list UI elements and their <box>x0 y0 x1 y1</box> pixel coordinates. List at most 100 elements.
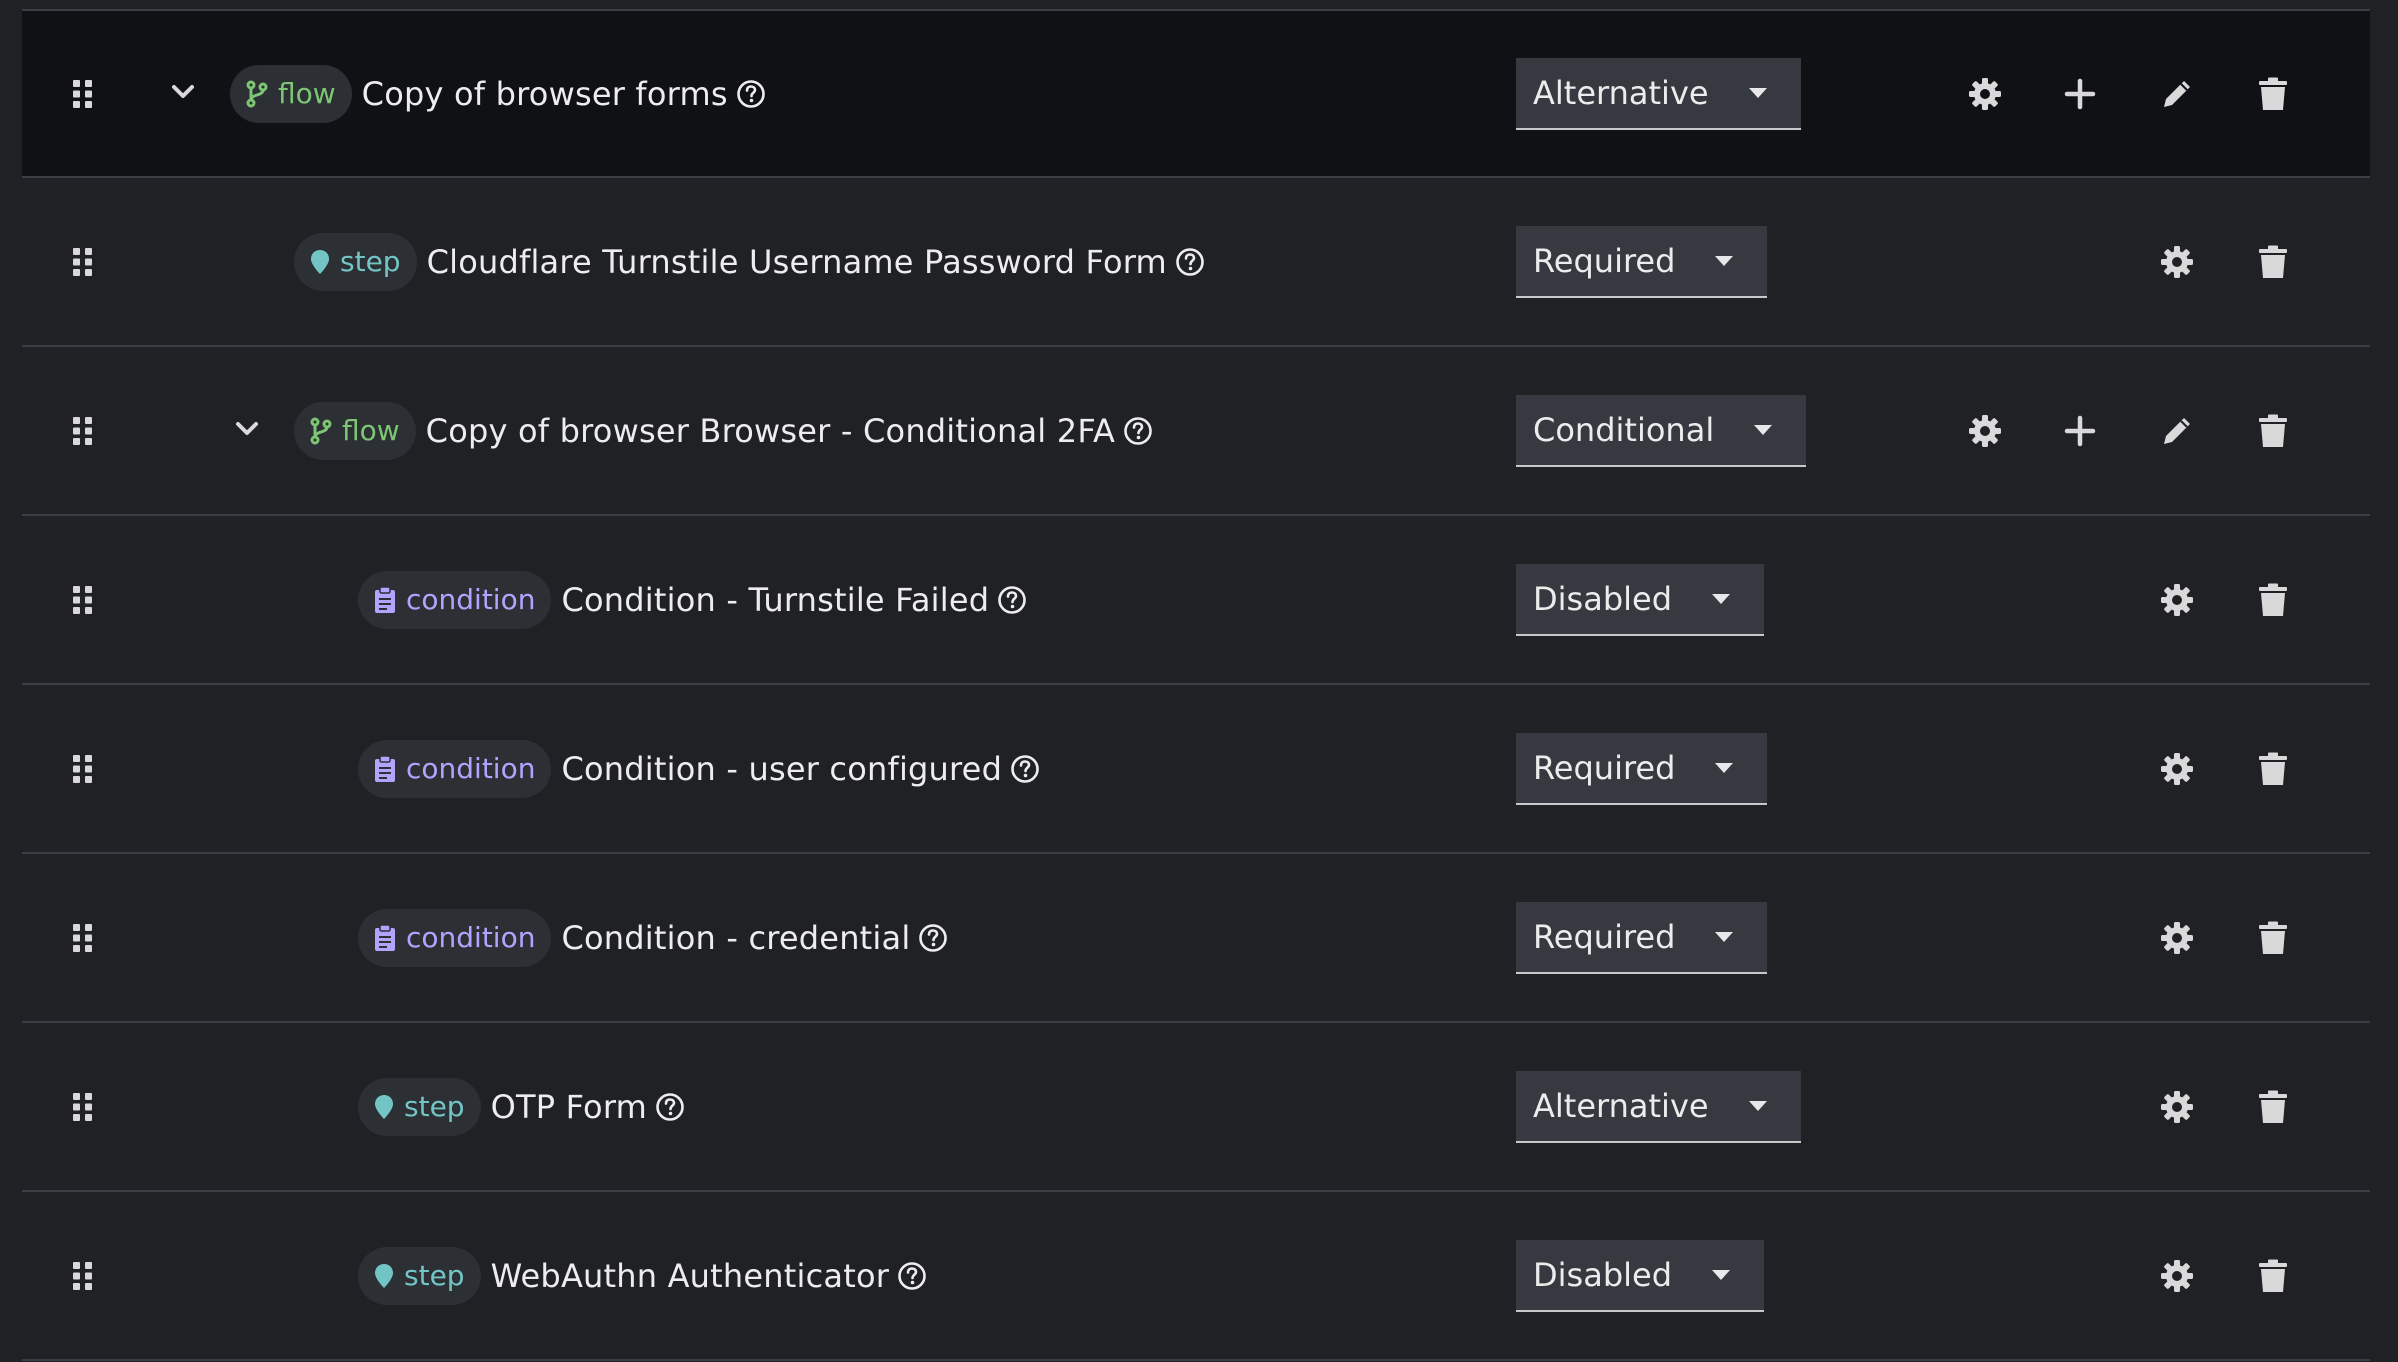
requirement-value: Required <box>1533 748 1676 787</box>
chevron-down-icon[interactable] <box>170 82 196 102</box>
gear-icon[interactable] <box>2157 1256 2197 1296</box>
caret-down-icon <box>1748 87 1767 98</box>
gear-icon[interactable] <box>1965 74 2005 114</box>
trash-icon[interactable] <box>2253 1087 2293 1127</box>
badge-label: flow <box>342 414 400 447</box>
execution-title: Condition - credential <box>561 918 911 957</box>
clipboard-icon <box>375 754 395 782</box>
drag-handle-icon[interactable] <box>72 754 94 784</box>
trash-icon[interactable] <box>2253 74 2293 114</box>
help-icon[interactable] <box>1123 416 1153 446</box>
caret-down-icon <box>1748 1100 1767 1111</box>
condition-badge: condition <box>358 570 552 629</box>
step-badge: step <box>358 1246 481 1305</box>
caret-down-icon <box>1715 255 1734 266</box>
requirement-select[interactable]: Alternative <box>1516 57 1801 130</box>
table-row: flow Copy of browser forms Alternative <box>22 9 2370 178</box>
map-pin-icon <box>311 249 329 274</box>
badge-label: condition <box>406 752 536 785</box>
help-icon[interactable] <box>655 1092 685 1122</box>
caret-down-icon <box>1715 931 1734 942</box>
execution-name-cell: condition Condition - Turnstile Failed <box>358 570 1027 629</box>
execution-title: Copy of browser forms <box>361 74 728 113</box>
trash-icon[interactable] <box>2253 242 2293 282</box>
table-row: step OTP Form Alternative <box>22 1023 2370 1192</box>
gear-icon[interactable] <box>2157 580 2197 620</box>
gear-icon[interactable] <box>2157 1087 2197 1127</box>
execution-name-cell: flow Copy of browser Browser - Condition… <box>294 401 1153 460</box>
execution-title: Copy of browser Browser - Conditional 2F… <box>425 411 1116 450</box>
requirement-select[interactable]: Required <box>1516 901 1768 974</box>
requirement-select[interactable]: Conditional <box>1516 394 1807 467</box>
execution-title: Condition - Turnstile Failed <box>561 580 990 619</box>
pencil-icon[interactable] <box>2157 411 2197 451</box>
plus-icon[interactable] <box>2060 411 2100 451</box>
help-icon[interactable] <box>918 923 948 953</box>
clipboard-icon <box>375 585 395 613</box>
table-row: flow Copy of browser Browser - Condition… <box>22 347 2370 516</box>
badge-label: step <box>340 245 401 278</box>
requirement-select[interactable]: Alternative <box>1516 1070 1801 1143</box>
badge-label: condition <box>406 921 536 954</box>
badge-label: step <box>404 1259 465 1292</box>
help-icon[interactable] <box>997 585 1027 615</box>
flow-badge: flow <box>294 401 416 460</box>
table-row: step Cloudflare Turnstile Username Passw… <box>22 178 2370 347</box>
pencil-icon[interactable] <box>2157 74 2197 114</box>
table-row: condition Condition - Turnstile Failed D… <box>22 516 2370 685</box>
help-icon[interactable] <box>1010 754 1040 784</box>
gear-icon[interactable] <box>2157 749 2197 789</box>
execution-name-cell: step Cloudflare Turnstile Username Passw… <box>294 232 1205 291</box>
table-row: condition Condition - credential Require… <box>22 854 2370 1023</box>
trash-icon[interactable] <box>2253 1256 2293 1296</box>
caret-down-icon <box>1712 1269 1731 1280</box>
gear-icon[interactable] <box>2157 242 2197 282</box>
trash-icon[interactable] <box>2253 918 2293 958</box>
requirement-value: Required <box>1533 241 1676 280</box>
condition-badge: condition <box>358 908 552 967</box>
requirement-select[interactable]: Disabled <box>1516 563 1765 636</box>
badge-label: flow <box>278 77 336 110</box>
requirement-value: Disabled <box>1533 579 1673 618</box>
trash-icon[interactable] <box>2253 411 2293 451</box>
execution-name-cell: condition Condition - credential <box>358 908 948 967</box>
execution-table: flow Copy of browser forms Alternative s… <box>22 9 2370 1361</box>
requirement-value: Required <box>1533 917 1676 956</box>
clipboard-icon <box>375 923 395 951</box>
execution-title: OTP Form <box>490 1087 647 1126</box>
drag-handle-icon[interactable] <box>72 923 94 953</box>
drag-handle-icon[interactable] <box>72 247 94 277</box>
execution-title: Condition - user configured <box>561 749 1003 788</box>
plus-icon[interactable] <box>2060 74 2100 114</box>
help-icon[interactable] <box>897 1261 927 1291</box>
gear-icon[interactable] <box>2157 918 2197 958</box>
requirement-select[interactable]: Required <box>1516 225 1768 298</box>
requirement-select[interactable]: Required <box>1516 732 1768 805</box>
requirement-value: Disabled <box>1533 1255 1673 1294</box>
help-icon[interactable] <box>1175 247 1205 277</box>
caret-down-icon <box>1754 424 1773 435</box>
chevron-down-icon[interactable] <box>234 419 260 439</box>
requirement-select[interactable]: Disabled <box>1516 1239 1765 1312</box>
drag-handle-icon[interactable] <box>72 1261 94 1291</box>
table-row: step WebAuthn Authenticator Disabled <box>22 1192 2370 1361</box>
help-icon[interactable] <box>736 79 766 109</box>
caret-down-icon <box>1712 593 1731 604</box>
badge-label: step <box>404 1090 465 1123</box>
drag-handle-icon[interactable] <box>72 1092 94 1122</box>
step-badge: step <box>294 232 417 291</box>
drag-handle-icon[interactable] <box>72 585 94 615</box>
requirement-value: Alternative <box>1533 1086 1709 1125</box>
trash-icon[interactable] <box>2253 580 2293 620</box>
table-row: condition Condition - user configured Re… <box>22 685 2370 854</box>
step-badge: step <box>358 1077 481 1136</box>
flow-badge: flow <box>230 64 352 123</box>
gear-icon[interactable] <box>1965 411 2005 451</box>
trash-icon[interactable] <box>2253 749 2293 789</box>
condition-badge: condition <box>358 739 552 798</box>
map-pin-icon <box>375 1263 393 1288</box>
execution-name-cell: flow Copy of browser forms <box>230 64 766 123</box>
drag-handle-icon[interactable] <box>72 416 94 446</box>
requirement-value: Conditional <box>1533 410 1715 449</box>
drag-handle-icon[interactable] <box>72 79 94 109</box>
